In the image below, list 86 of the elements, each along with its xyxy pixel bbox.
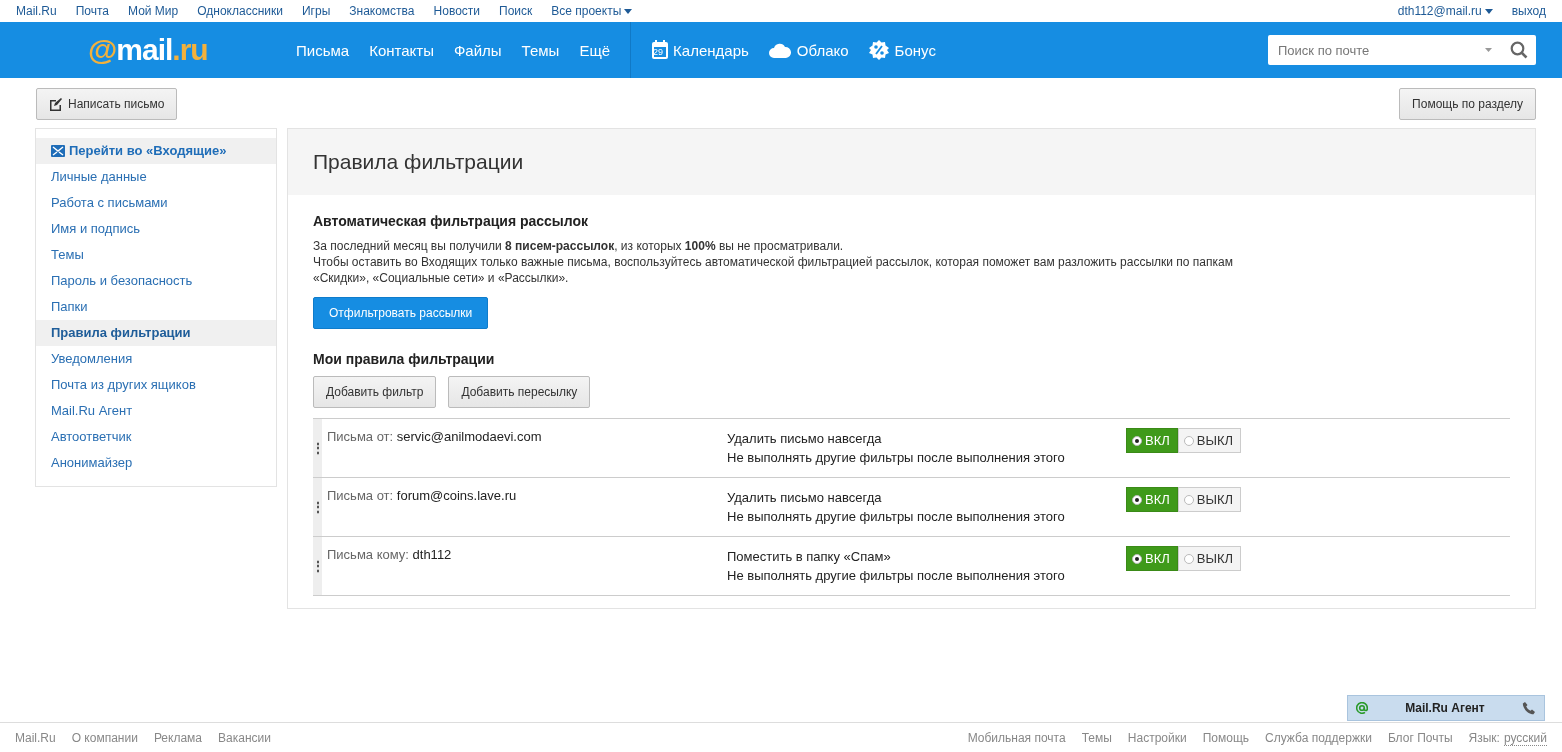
help-button[interactable]: Помощь по разделу [1399,88,1536,120]
footer-link[interactable]: Блог Почты [1387,731,1453,745]
sidebar-item[interactable]: Имя и подпись [36,216,276,242]
on-toggle[interactable]: ВКЛ [1126,428,1178,453]
search-icon[interactable] [1510,41,1528,59]
edit-icon [49,97,62,111]
rule-note: Не выполнять другие фильтры после выполнения этого [727,449,1066,467]
page-title: Правила фильтрации [288,129,1535,195]
portal-link[interactable]: Мой Мир [128,4,179,18]
off-toggle[interactable]: ВЫКЛ [1177,487,1242,512]
rule-condition: Письма от: forum@coins.lave.ru [326,487,518,505]
caret-icon[interactable] [1484,9,1493,15]
on-toggle[interactable]: ВКЛ [1126,546,1178,571]
section-heading: Автоматическая фильтрация рассылок [313,213,590,229]
off-toggle[interactable]: ВЫКЛ [1177,428,1242,453]
rule-condition: Письма от: servic@anilmodaevi.com [326,428,543,446]
portal-link[interactable]: Mail.Ru [16,4,57,18]
on-toggle[interactable]: ВКЛ [1126,487,1178,512]
footer-link[interactable]: Вакансии [218,731,271,745]
add-filter-button[interactable]: Добавить фильтр [313,376,437,408]
portal-link[interactable]: Игры [301,4,331,18]
footer-link[interactable]: Mail.Ru [15,731,56,745]
sidebar-item[interactable]: Mail.Ru Агент [36,398,276,424]
footer-link[interactable]: О компании [71,731,138,745]
rule-action: Поместить в папку «Спам» [727,548,892,566]
sidebar-item[interactable]: Уведомления [36,346,276,372]
sidebar-item[interactable]: Личные данные [36,164,276,190]
nav-link[interactable]: Темы [521,41,560,59]
nav-link[interactable]: Файлы [453,41,502,59]
rule-note: Не выполнять другие фильтры после выполнения этого [727,567,1066,585]
inbox-link[interactable]: Перейти во «Входящие» [36,138,276,164]
search-bar[interactable]: Поиск по почте [1268,35,1536,65]
nav-link[interactable]: Ещё [579,41,611,59]
logout-link[interactable]: выход [1511,4,1546,18]
sidebar-item[interactable]: Автоответчик [36,424,276,450]
portal-link[interactable]: Новости [433,4,480,18]
sidebar-item[interactable]: Пароль и безопасность [36,268,276,294]
footer-link[interactable]: Реклама [153,731,202,745]
add-forward-button[interactable]: Добавить пересылку [448,376,591,408]
off-toggle[interactable]: ВЫКЛ [1177,546,1242,571]
footer-link[interactable]: Темы [1081,731,1112,745]
sidebar-item[interactable]: Работа с письмами [36,190,276,216]
rule-note: Не выполнять другие фильтры после выполнения этого [727,508,1066,526]
section-heading: Мои правила фильтрации [313,351,496,367]
portal-link[interactable]: Знакомства [349,4,415,18]
portal-link[interactable]: Поиск [499,4,533,18]
service-link[interactable]: Бонус [868,40,936,60]
footer-link[interactable]: Настройки [1127,731,1187,745]
footer-link[interactable]: Служба поддержки [1265,731,1372,745]
drag-handle[interactable]: ⋮ [313,419,322,477]
sidebar-item[interactable]: Темы [36,242,276,268]
rule-action: Удалить письмо навсегда [727,430,883,448]
sidebar-item[interactable]: Анонимайзер [36,450,276,476]
phone-icon[interactable] [1522,701,1536,715]
mailing-summary: За последний месяц вы получили 8 писем-рассылок, из которых 100% вы не просматривали. [313,238,845,254]
rule-condition: Письма кому: dth112 [326,546,453,564]
sidebar-item[interactable]: Почта из других ящиков [36,372,276,398]
service-link[interactable]: 29 Календарь [651,40,749,60]
drag-handle[interactable]: ⋮ [313,537,322,595]
drag-handle[interactable]: ⋮ [313,478,322,536]
service-link[interactable]: Облако [768,41,849,59]
footer-link[interactable]: Мобильная почта [967,731,1066,745]
nav-link[interactable]: Контакты [369,41,434,59]
cloud-icon [768,42,791,58]
agent-bar[interactable]: Mail.Ru Агент [1347,695,1545,721]
compose-button[interactable]: Написать письмо [36,88,178,120]
calendar-icon [651,40,670,60]
all-projects-link[interactable]: Все проекты [551,4,633,18]
percent-badge-icon [868,40,889,60]
user-menu[interactable]: dth112@mail.ru [1397,4,1493,18]
nav-link[interactable]: Письма [296,41,350,59]
sidebar-item[interactable]: Правила фильтрации [36,320,276,346]
rule-action: Удалить письмо навсегда [727,489,883,507]
caret-icon[interactable] [624,9,633,15]
calendar-day: 29 [653,47,664,57]
portal-link[interactable]: Почта [75,4,109,18]
portal-link[interactable]: Одноклассники [197,4,283,18]
language-label: Язык: [1468,731,1500,745]
logo[interactable]: @mail.ru [88,33,296,67]
filter-description: Чтобы оставить во Входящих только важные письма, воспользуйтесь автоматической фильтрацией рассылок, которая поможет вам разложить рассылки по папкам «Скидки», «Социальные сети» и «Рассылки». [313,254,1234,286]
language-link[interactable]: русский [1503,730,1547,746]
filter-mailings-button[interactable]: Отфильтровать рассылки [313,297,489,329]
footer-link[interactable]: Помощь [1202,731,1250,745]
at-icon [1356,702,1368,714]
envelope-icon [51,145,65,157]
sidebar-item[interactable]: Папки [36,294,276,320]
